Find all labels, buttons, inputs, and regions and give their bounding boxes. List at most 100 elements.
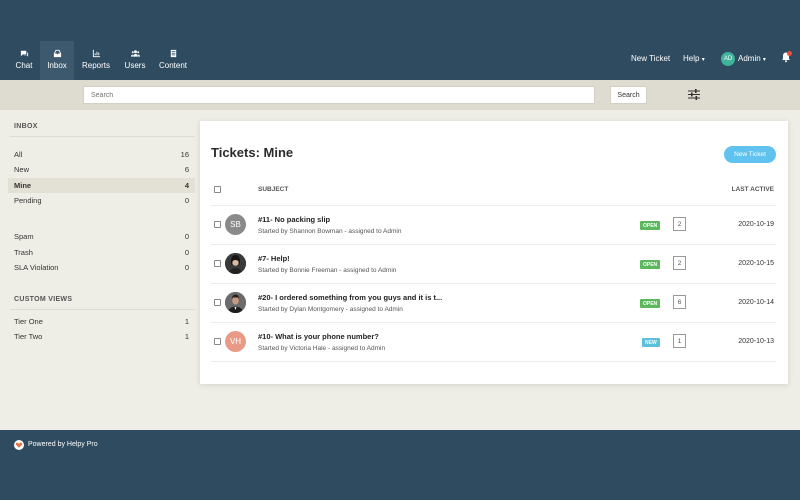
sidebar-item-label: Spam xyxy=(14,232,34,241)
sidebar-item-count: 1 xyxy=(184,332,189,341)
ticket-subject[interactable]: #11- No packing slip xyxy=(258,215,330,224)
sidebar-item-count: 1 xyxy=(184,317,189,326)
sidebar-item-label: New xyxy=(14,165,30,174)
sidebar-item-count: 0 xyxy=(184,232,189,241)
nav-users[interactable]: Users xyxy=(117,41,153,80)
tickets-card: Tickets: Mine New Ticket SUBJECT LAST AC… xyxy=(200,121,788,384)
nav-content[interactable]: Content xyxy=(155,41,191,80)
sidebar-item-count: 0 xyxy=(184,248,189,257)
custom-views-heading: CUSTOM VIEWS xyxy=(14,296,73,303)
new-ticket-button[interactable]: New Ticket xyxy=(724,146,776,163)
filter-sliders-icon[interactable] xyxy=(688,89,700,100)
chat-icon xyxy=(20,50,28,57)
column-header-last-active[interactable]: LAST ACTIVE xyxy=(732,186,774,193)
user-name: Admin xyxy=(738,54,761,63)
nav-content-label: Content xyxy=(158,61,188,70)
table-row[interactable]: VH #10- What is your phone number? Start… xyxy=(200,322,788,361)
last-active-date: 2020-10-19 xyxy=(738,221,774,228)
divider xyxy=(211,361,776,362)
avatar: VH xyxy=(225,331,246,352)
user-avatar[interactable]: AD xyxy=(721,52,735,66)
status-badge: OPEN xyxy=(640,299,661,308)
sidebar-item-tier-two[interactable]: Tier Two 1 xyxy=(8,329,195,344)
nav-reports-label: Reports xyxy=(81,61,110,70)
row-checkbox[interactable] xyxy=(214,338,221,345)
search-input[interactable] xyxy=(83,86,595,104)
status-badge: NEW xyxy=(642,338,660,347)
avatar xyxy=(225,253,246,274)
sidebar-item-tier-one[interactable]: Tier One 1 xyxy=(8,314,195,329)
avatar: SB xyxy=(225,214,246,235)
sidebar-item-count: 6 xyxy=(184,165,189,174)
inbox-heading: INBOX xyxy=(14,123,38,130)
reply-count: 2 xyxy=(673,217,686,231)
select-all-checkbox[interactable] xyxy=(214,186,221,193)
ticket-meta: Started by Victoria Hale - assigned to A… xyxy=(258,345,386,352)
row-checkbox[interactable] xyxy=(214,299,221,306)
reply-count: 6 xyxy=(673,295,686,309)
last-active-date: 2020-10-13 xyxy=(738,338,774,345)
search-button[interactable]: Search xyxy=(610,86,647,104)
sidebar-item-label: Tier Two xyxy=(14,332,43,341)
sidebar-item-spam[interactable]: Spam 0 xyxy=(8,229,195,244)
heart-icon xyxy=(15,442,23,448)
notification-dot xyxy=(787,51,792,56)
help-menu[interactable]: Help ▾ xyxy=(683,54,705,63)
nav-chat-label: Chat xyxy=(15,61,33,70)
reports-icon xyxy=(92,49,100,58)
users-icon xyxy=(130,50,140,57)
column-header-subject[interactable]: SUBJECT xyxy=(258,186,288,193)
ticket-meta: Started by Bonnie Freeman - assigned to … xyxy=(258,267,397,274)
sidebar-item-label: Tier One xyxy=(14,317,43,326)
ticket-meta: Started by Dylan Montgomery - assigned t… xyxy=(258,306,403,313)
new-ticket-link[interactable]: New Ticket xyxy=(631,54,670,63)
sidebar-item-mine[interactable]: Mine 4 xyxy=(8,178,195,193)
reply-count: 2 xyxy=(673,256,686,270)
divider xyxy=(10,309,195,310)
sidebar-item-label: All xyxy=(14,150,23,159)
table-row[interactable]: #7- Help! Started by Bonnie Freeman - as… xyxy=(200,244,788,283)
ticket-subject[interactable]: #20- I ordered something from you guys a… xyxy=(258,293,442,302)
nav-chat[interactable]: Chat xyxy=(6,41,42,80)
help-label: Help xyxy=(683,54,700,63)
status-badge: OPEN xyxy=(640,221,661,230)
user-menu[interactable]: Admin ▾ xyxy=(738,54,766,63)
sidebar-item-count: 16 xyxy=(180,150,189,159)
nav-reports[interactable]: Reports xyxy=(78,41,114,80)
sidebar-item-all[interactable]: All 16 xyxy=(8,147,195,162)
sidebar-item-label: Trash xyxy=(14,248,33,257)
content-icon xyxy=(170,49,176,58)
sidebar-item-count: 4 xyxy=(184,181,189,190)
sidebar-item-label: Pending xyxy=(14,196,42,205)
page-title: Tickets: Mine xyxy=(211,145,294,160)
sidebar-item-trash[interactable]: Trash 0 xyxy=(8,245,195,260)
sidebar-item-count: 0 xyxy=(184,196,189,205)
sidebar-item-pending[interactable]: Pending 0 xyxy=(8,193,195,208)
inbox-icon xyxy=(53,49,61,58)
last-active-date: 2020-10-14 xyxy=(738,299,774,306)
last-active-date: 2020-10-15 xyxy=(738,260,774,267)
divider xyxy=(10,136,195,137)
row-checkbox[interactable] xyxy=(214,221,221,228)
sidebar-item-new[interactable]: New 6 xyxy=(8,162,195,177)
powered-by-text[interactable]: Powered by Helpy Pro xyxy=(28,441,98,448)
footer xyxy=(0,430,800,500)
ticket-subject[interactable]: #7- Help! xyxy=(258,254,290,263)
helpy-logo-icon xyxy=(14,440,24,450)
person-photo-icon xyxy=(225,292,246,313)
table-row[interactable]: #20- I ordered something from you guys a… xyxy=(200,283,788,322)
sidebar-item-label: Mine xyxy=(14,181,32,190)
caret-down-icon: ▾ xyxy=(762,57,766,63)
nav-inbox-label: Inbox xyxy=(47,61,67,70)
table-row[interactable]: SB #11- No packing slip Started by Shann… xyxy=(200,205,788,244)
sidebar-item-count: 0 xyxy=(184,263,189,272)
ticket-subject[interactable]: #10- What is your phone number? xyxy=(258,332,379,341)
status-badge: OPEN xyxy=(640,260,661,269)
nav-users-label: Users xyxy=(124,61,146,70)
nav-inbox[interactable]: Inbox xyxy=(40,41,74,80)
reply-count: 1 xyxy=(673,334,686,348)
caret-down-icon: ▾ xyxy=(701,57,705,63)
person-photo-icon xyxy=(225,253,246,274)
row-checkbox[interactable] xyxy=(214,260,221,267)
sidebar-item-sla-violation[interactable]: SLA Violation 0 xyxy=(8,260,195,275)
